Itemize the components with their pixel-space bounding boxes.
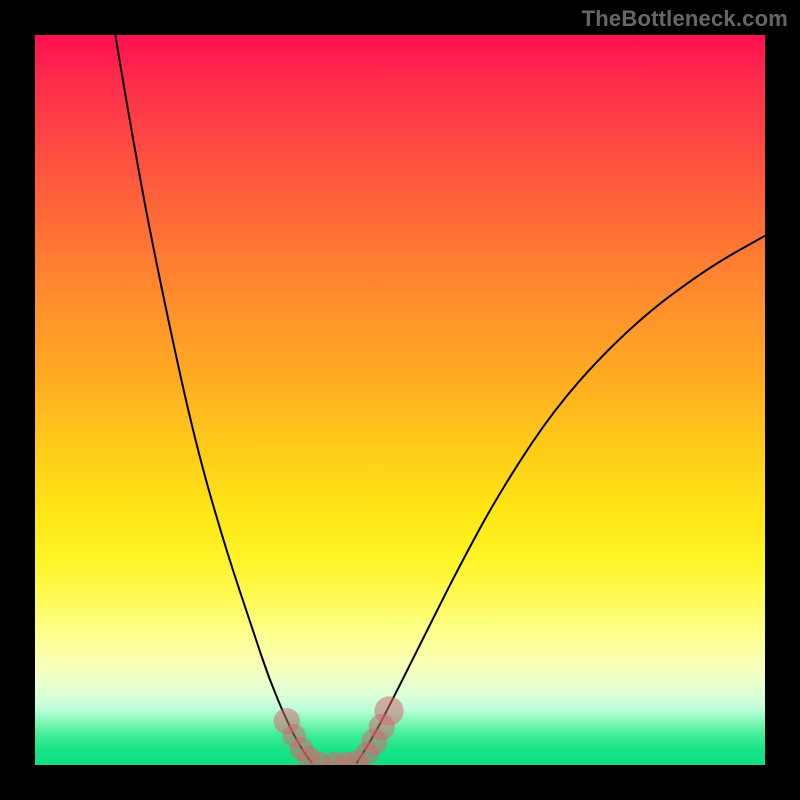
curve-left-branch [115,35,312,764]
plot-area [35,35,765,765]
chart-canvas: TheBottleneck.com [0,0,800,800]
watermark-text: TheBottleneck.com [582,6,788,32]
curves-svg [35,35,765,765]
marker-group [274,696,404,765]
curve-right-branch [356,236,765,764]
data-marker [374,696,403,725]
